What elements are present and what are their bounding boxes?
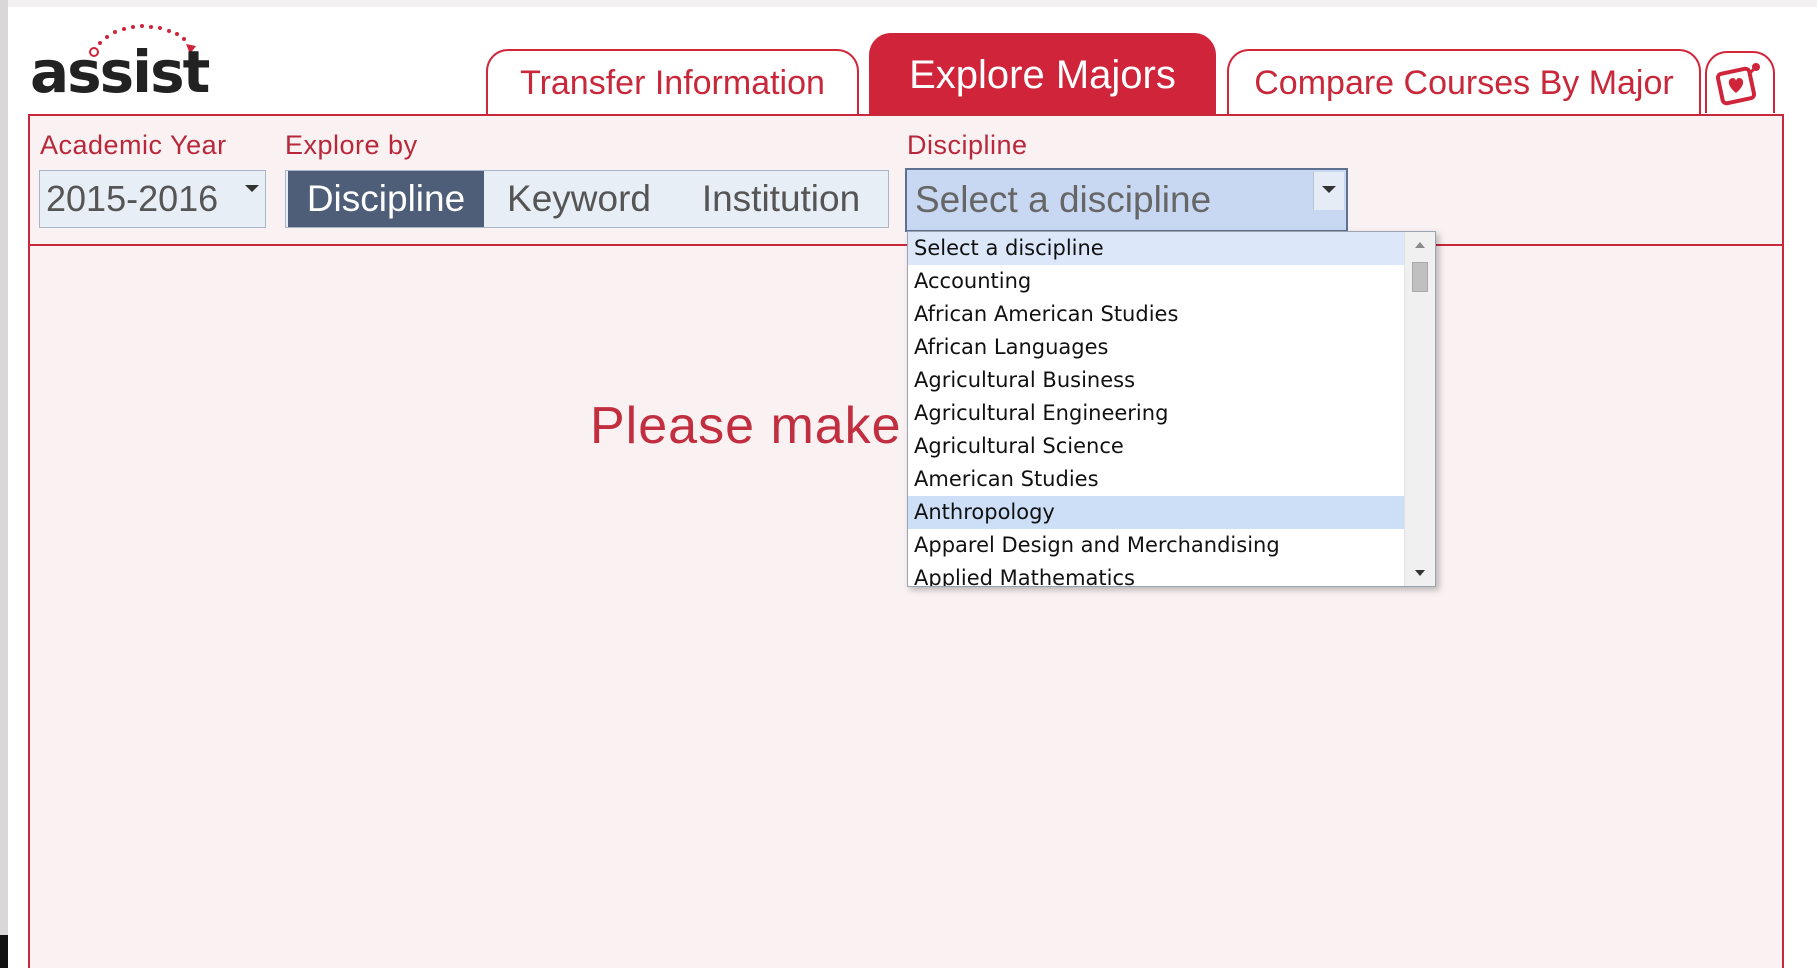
dropdown-option[interactable]: Select a discipline [908,232,1404,265]
discipline-select-value: Select a discipline [915,179,1212,220]
academic-year-value: 2015-2016 [46,178,219,219]
explore-by-toggle: Discipline Keyword Institution [285,170,889,228]
dropdown-option[interactable]: Agricultural Science [908,430,1404,463]
assist-logo[interactable]: assist [30,10,235,105]
tab-explore-majors[interactable]: Explore Majors [869,33,1216,115]
scrollbar-thumb[interactable] [1412,262,1428,292]
main-panel [28,114,1784,968]
scroll-down-icon[interactable] [1415,570,1425,576]
explore-by-institution[interactable]: Institution [674,171,888,227]
empty-state-message: Please make [590,397,902,455]
dropdown-option[interactable]: Apparel Design and Merchandising [908,529,1404,562]
dropdown-option[interactable]: Anthropology [908,496,1404,529]
dropdown-option[interactable]: Applied Mathematics [908,562,1404,586]
window-corner [0,935,8,968]
tab-compare-courses[interactable]: Compare Courses By Major [1227,49,1701,115]
dropdown-option[interactable]: Accounting [908,265,1404,298]
discipline-dropdown-button[interactable] [1313,172,1344,210]
dropdown-option[interactable]: African Languages [908,331,1404,364]
explore-by-label: Explore by [285,130,418,160]
discipline-dropdown-list[interactable]: Select a discipline Accounting African A… [907,231,1436,587]
dropdown-option[interactable]: American Studies [908,463,1404,496]
window-edge [0,0,8,968]
toolbar-divider [28,244,1784,246]
dropdown-option[interactable]: Agricultural Engineering [908,397,1404,430]
favorites-button[interactable] [1705,51,1775,113]
academic-year-label: Academic Year [40,130,227,160]
logo-text: assist [30,38,210,106]
dropdown-option[interactable]: Agricultural Business [908,364,1404,397]
explore-by-discipline[interactable]: Discipline [288,171,484,227]
discipline-label: Discipline [907,130,1028,160]
chevron-down-icon [245,185,259,192]
dropdown-option[interactable]: African American Studies [908,298,1404,331]
academic-year-select[interactable]: 2015-2016 [39,170,266,228]
scroll-up-icon[interactable] [1415,242,1425,248]
chevron-down-icon [1322,186,1336,193]
dropdown-scrollbar[interactable] [1404,232,1435,586]
discipline-select[interactable]: Select a discipline [905,168,1348,232]
explore-by-keyword[interactable]: Keyword [486,171,672,227]
heart-card-icon [1715,63,1760,106]
tab-transfer-information[interactable]: Transfer Information [486,49,859,115]
